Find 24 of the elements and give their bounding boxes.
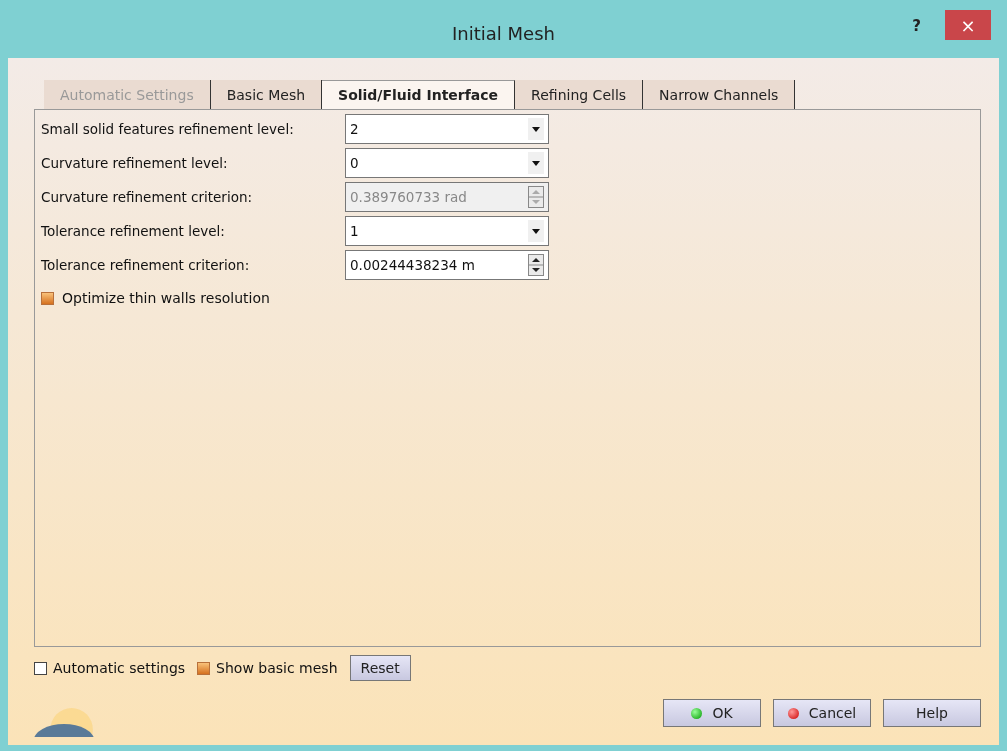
spinner-icon[interactable] — [528, 254, 544, 276]
spin-field[interactable]: 0.00244438234 m — [345, 250, 549, 280]
dropdown-field[interactable]: 2 — [345, 114, 549, 144]
help-button[interactable]: Help — [883, 699, 981, 727]
close-button[interactable]: × — [945, 10, 991, 40]
window-title: Initial Mesh — [452, 22, 555, 44]
ok-button[interactable]: OK — [663, 699, 761, 727]
field-label: Tolerance refinement criterion: — [41, 257, 251, 273]
option-checkbox[interactable]: Automatic settings — [34, 660, 186, 676]
optimize-checkbox[interactable]: Optimize thin walls resolution — [41, 290, 974, 306]
dropdown-field[interactable]: 0 — [345, 148, 549, 178]
help-button[interactable]: ? — [906, 16, 927, 36]
tab[interactable]: Solid/Fluid Interface — [322, 80, 516, 109]
option-checkbox[interactable]: Show basic mesh — [197, 660, 338, 676]
cancel-button[interactable]: Cancel — [773, 699, 871, 727]
field-label: Small solid features refinement level: — [41, 121, 295, 137]
tab[interactable]: Narrow Channels — [643, 80, 796, 109]
tab[interactable]: Basic Mesh — [210, 80, 323, 109]
field-label: Curvature refinement level: — [41, 155, 229, 171]
field-label: Curvature refinement criterion: — [41, 189, 253, 205]
field-label: Tolerance refinement level: — [41, 223, 226, 239]
dropdown-field[interactable]: 1 — [345, 216, 549, 246]
tab[interactable]: Refining Cells — [515, 80, 644, 109]
reset-button[interactable]: Reset — [349, 655, 411, 681]
